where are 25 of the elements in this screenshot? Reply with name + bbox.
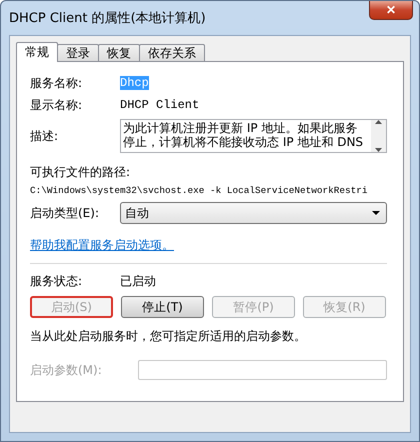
field-label: 启动类型(E): [30,204,100,222]
close-button[interactable]: ✕ [369,1,413,20]
field-label: 启动参数(M): [30,362,103,378]
field-label: 显示名称: [30,96,84,114]
executable-path: C:\Windows\system32\svchost.exe -k LocalServiceNetworkRestri [30,184,368,197]
startup-type-dropdown[interactable]: 自动 [120,202,387,224]
field-label: 服务状态: [30,272,84,290]
scroll-up-icon[interactable] [375,120,382,124]
field-label: 服务名称: [30,74,84,92]
field-label: 描述: [30,128,60,144]
service-status: 已启动 [120,272,157,290]
dropdown-arrow-icon [372,211,380,215]
service-button[interactable]: 停止(T) [121,296,204,318]
help-link[interactable]: 帮助我配置服务启动选项。 [30,237,387,254]
tab[interactable]: 依存关系 [139,44,205,62]
tab[interactable]: 恢复 [98,44,140,62]
service-name: Dhcp [120,76,149,90]
description-field[interactable]: 为此计算机注册并更新 IP 地址。如果此服务停止，计算机将不能接收动态 IP 地址和 DNS [120,119,387,153]
window-title: DHCP Client 的属性(本地计算机) [9,10,206,27]
display-name: DHCP Client [120,98,200,112]
field-label: 可执行文件的路径: [30,164,132,181]
scroll-down-icon[interactable] [375,148,382,152]
tab[interactable]: 常规 [16,42,58,62]
note-text: 当从此处启动服务时，您可指定所适用的启动参数。 [30,328,307,345]
tab[interactable]: 登录 [57,44,99,62]
